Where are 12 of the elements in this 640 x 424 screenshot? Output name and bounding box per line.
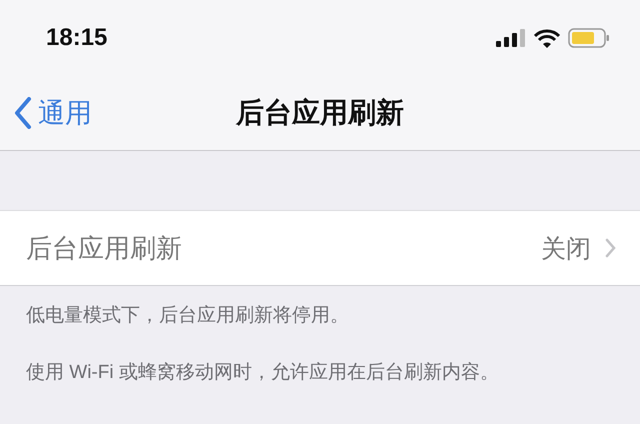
chevron-left-icon <box>14 97 32 129</box>
status-time: 18:15 <box>46 24 108 52</box>
row-label: 后台应用刷新 <box>26 232 183 264</box>
back-button[interactable]: 通用 <box>0 95 92 131</box>
page-title: 后台应用刷新 <box>236 96 404 130</box>
row-value: 关闭 <box>541 234 591 264</box>
footer-note: 使用 Wi-Fi 或蜂窝移动网时，允许应用在后台刷新内容。 <box>25 361 500 385</box>
chevron-right-icon <box>605 238 616 258</box>
battery-icon <box>568 28 610 48</box>
footer-note: 低电量模式下，后台应用刷新将停用。 <box>25 304 350 328</box>
signal-icon <box>496 29 526 47</box>
wifi-icon <box>534 28 560 48</box>
